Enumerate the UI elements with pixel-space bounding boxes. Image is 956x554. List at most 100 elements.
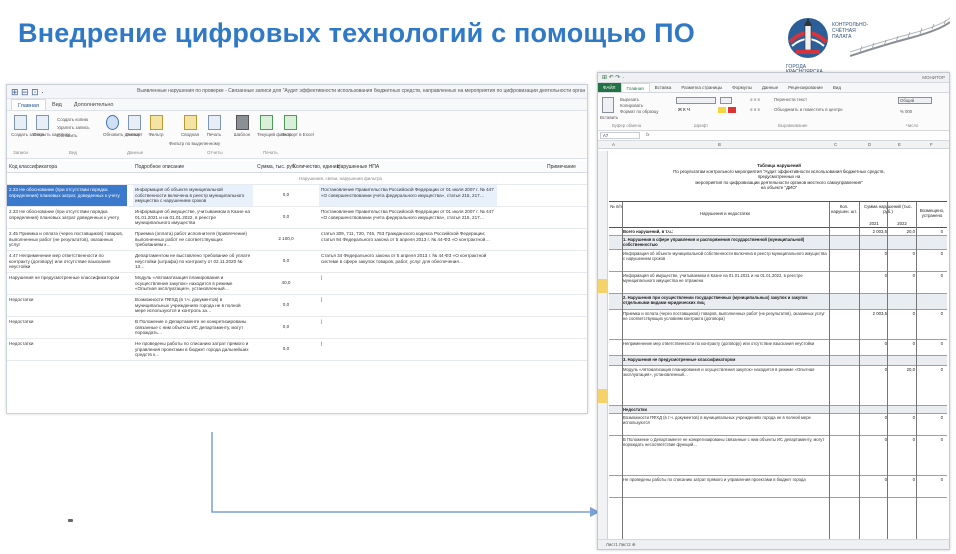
sheet-row[interactable]: 3. Нарушения не предусмотренные классифи… [609,356,947,366]
row-sum-2022[interactable]: 0 [889,251,915,256]
row-sum-2021[interactable]: 0 [861,273,887,278]
cell-note[interactable] [501,185,581,206]
row-returned[interactable]: 0 [917,251,943,256]
row-sum-2021[interactable]: 0 [861,341,887,346]
col-c[interactable]: C [834,142,837,147]
column-count[interactable]: Количество, единиц [293,164,339,170]
cell-code[interactable]: 2.33 Не обоснование (при отсутствии поря… [7,185,127,206]
column-npa[interactable]: Нарушенные НПА [337,164,379,170]
cell-note[interactable] [501,229,581,250]
fx-icon[interactable]: fx [646,132,650,137]
column-code[interactable]: Код классификатора [9,164,57,170]
table-row[interactable]: 4.47 Неприменение мер ответственности по… [7,251,587,273]
row-text[interactable]: Информация об объекте муниципальной собс… [623,251,828,271]
row-sum-2021[interactable]: 0 [861,251,887,256]
tab-page-layout[interactable]: Разметка страницы [676,83,727,92]
cell-note[interactable] [501,207,581,228]
sheet-row[interactable]: В Положение о Департаменте не конкретизи… [609,436,947,476]
tab-insert[interactable]: Вставка [650,83,677,92]
tab-review[interactable]: Рецензирование [783,83,828,92]
cell-description[interactable]: Модуль «Автоматизация планирования и осу… [133,273,253,294]
row-sum-2021[interactable]: 2 003,5 [861,311,887,316]
row-sum-2021[interactable]: 0 [861,477,887,482]
cell-note[interactable] [501,251,581,272]
cell-sum[interactable]: 0,0 [257,295,315,316]
template-button[interactable]: Шаблон [233,115,251,137]
row-returned[interactable]: 0 [917,415,943,420]
percent-icon[interactable]: % 000 [900,109,912,114]
cell-sum[interactable]: 0,0 [257,339,315,360]
col-e[interactable]: E [898,142,901,147]
row-text[interactable]: Всего нарушений, в т.ч.: [623,229,828,235]
cell-note[interactable] [501,317,581,338]
cell-description[interactable]: Информация об объекте муниципальной собс… [133,185,253,206]
refresh-data-button[interactable]: Обновить данные [103,115,140,137]
row-text[interactable]: Модуль «Автоматизация планирования и осу… [623,367,828,405]
format-painter-button[interactable]: Формат по образцу [620,109,659,114]
delete-record-button[interactable]: Удалить запись [57,125,90,130]
excel-quick-access[interactable]: ⊞ ↶ ↷ · [602,74,624,81]
row-text[interactable]: Приемка и оплата (через поставщиков) тов… [623,311,828,339]
row-sum-2022[interactable]: 20,0 [889,367,915,372]
cell-npa[interactable]: | [319,339,497,360]
table-row[interactable]: Недостатки Не проведены работы по списани… [7,339,587,361]
col-b[interactable]: B [718,142,721,147]
row-sum-2022[interactable]: 0 [889,311,915,316]
tab-excel-view[interactable]: Вид [828,83,846,92]
align-icons-2[interactable]: ≡ ≡ ≡ [750,107,760,112]
fill-color-icon[interactable] [718,107,726,113]
table-row[interactable]: Недостатки В Положение о Департаменте не … [7,317,587,339]
sheet-row[interactable]: Информация об имуществе, учитываемом в К… [609,272,947,294]
row-text[interactable]: 1. Нарушения в сфере управления и распор… [623,237,828,249]
row-returned[interactable]: 0 [917,477,943,482]
open-card-button[interactable]: Открыть карточку [33,115,70,137]
row-sum-2022[interactable]: 20,0 [889,229,915,234]
table-row[interactable]: 2.33 Не обоснование (при отсутствии поря… [7,207,587,229]
cell-code[interactable]: Недостатки [7,317,127,338]
row-returned[interactable]: 0 [917,229,943,234]
table-row[interactable]: 2.33 Не обоснование (при отсутствии поря… [7,185,587,207]
pivot-button[interactable]: Сводная [181,115,199,137]
row-text[interactable]: Неприменение мер ответственности по конт… [623,341,828,355]
current-filter-button[interactable]: Текущий фильтр [257,115,292,137]
tab-data[interactable]: Данные [757,83,783,92]
col-f[interactable]: F [930,142,933,147]
copy-button[interactable]: Копировать [620,103,643,108]
col-a[interactable]: A [612,142,615,147]
sheet-row[interactable]: Недостатки [609,406,947,414]
cell-note[interactable] [501,295,581,316]
tab-file[interactable]: ФАЙЛ [598,83,621,92]
cell-code[interactable]: 2.33 Не обоснование (при отсутствии поря… [7,207,127,228]
font-color-icon[interactable] [728,107,736,113]
column-sum[interactable]: Сумма, тыс. руб. [257,164,296,170]
tab-home[interactable]: Главная [11,99,46,110]
row-returned[interactable]: 0 [917,437,943,442]
quick-access-toolbar[interactable]: ⊞ ⊟ ⊡ · [11,87,44,98]
print-button[interactable]: Печать [205,115,223,137]
cell-sum[interactable]: 0,0 [257,251,315,272]
col-d[interactable]: D [868,142,871,147]
sheet-row[interactable]: Неприменение мер ответственности по конт… [609,340,947,356]
cell-sum[interactable]: 40,0 [257,273,315,294]
tab-extra[interactable]: Дополнительно [68,99,120,110]
filter-selected-button[interactable]: Фильтр по выделенному [169,141,220,146]
align-icons[interactable]: ≡ ≡ ≡ [750,97,760,102]
cell-sum[interactable]: 0,0 [257,317,315,338]
refresh-mini-button[interactable]: Обновить [57,133,77,138]
cell-npa[interactable]: статья 309, 711, 720, 746, 753 Гражданск… [319,229,497,250]
row-text[interactable]: Не проведены работы по списанию затрат п… [623,477,828,497]
row-sum-2022[interactable]: 0 [889,477,915,482]
export-excel-button[interactable]: Экспорт в Excel [281,115,314,137]
cell-npa[interactable]: | [319,273,497,294]
tab-formulas[interactable]: Формулы [727,83,757,92]
cell-sum[interactable]: 0,0 [257,185,315,206]
row-sum-2022[interactable]: 0 [889,437,915,442]
row-text[interactable]: Недостатки [623,407,828,413]
create-records-button[interactable]: Создать записи [11,115,44,137]
table-row[interactable]: 2.45 Приемка и оплата (через поставщиков… [7,229,587,251]
paste-icon[interactable] [602,97,614,113]
sheet-tabs[interactable]: Лист1 Лист2 ⊕ [606,542,635,548]
sheet-row[interactable]: Всего нарушений, в т.ч.: 2 003,5 20,0 0 [609,228,947,236]
cell-description[interactable]: Возможности ПФХД (в т.ч. документов) в м… [133,295,253,316]
sheet-row[interactable]: Не проведены работы по списанию затрат п… [609,476,947,498]
